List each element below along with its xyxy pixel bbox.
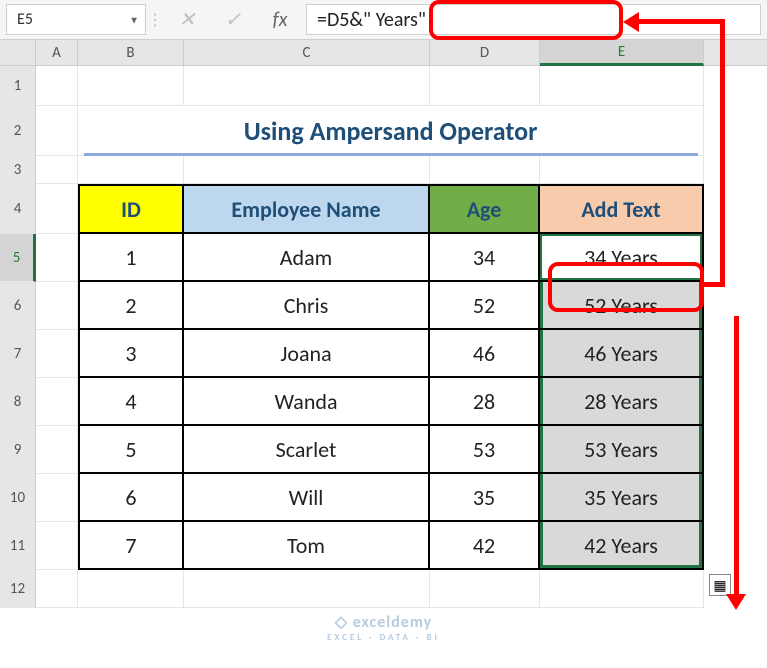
- insert-function-button[interactable]: fx: [256, 0, 304, 39]
- cell[interactable]: [540, 66, 704, 106]
- separator: ⋮: [148, 0, 162, 39]
- row-header[interactable]: 10: [0, 474, 36, 522]
- cancel-button[interactable]: ✕: [164, 0, 210, 39]
- cell-name[interactable]: Joana: [184, 330, 430, 378]
- header-id[interactable]: ID: [78, 184, 184, 234]
- header-name[interactable]: Employee Name: [184, 184, 430, 234]
- cell-add[interactable]: 53 Years: [540, 426, 704, 474]
- cell-add[interactable]: 46 Years: [540, 330, 704, 378]
- cell-age[interactable]: 28: [430, 378, 540, 426]
- cell[interactable]: [36, 156, 78, 184]
- select-all-cell[interactable]: [0, 40, 36, 65]
- cell-id[interactable]: 3: [78, 330, 184, 378]
- cell-name[interactable]: Wanda: [184, 378, 430, 426]
- cell[interactable]: [36, 522, 78, 570]
- cell-id[interactable]: 5: [78, 426, 184, 474]
- row-header[interactable]: 7: [0, 330, 36, 378]
- cell-name[interactable]: Will: [184, 474, 430, 522]
- cell-name[interactable]: Chris: [184, 282, 430, 330]
- row-header[interactable]: 4: [0, 184, 36, 234]
- enter-button[interactable]: ✓: [210, 0, 256, 39]
- cell-id[interactable]: 1: [78, 234, 184, 282]
- cell[interactable]: [78, 570, 184, 608]
- cell-id[interactable]: 6: [78, 474, 184, 522]
- title-cell[interactable]: Using Ampersand Operator: [78, 106, 704, 156]
- cell[interactable]: [36, 282, 78, 330]
- cell-age[interactable]: 34: [430, 234, 540, 282]
- row-header[interactable]: 3: [0, 156, 36, 184]
- cancel-icon: ✕: [179, 7, 196, 32]
- cell-add[interactable]: 35 Years: [540, 474, 704, 522]
- sheet-title: Using Ampersand Operator: [244, 115, 538, 147]
- header-add[interactable]: Add Text: [540, 184, 704, 234]
- cell-id[interactable]: 7: [78, 522, 184, 570]
- cell-age[interactable]: 46: [430, 330, 540, 378]
- cell-id[interactable]: 4: [78, 378, 184, 426]
- header-age[interactable]: Age: [430, 184, 540, 234]
- cell-name[interactable]: Adam: [184, 234, 430, 282]
- row-header[interactable]: 5: [0, 234, 36, 282]
- column-header-C[interactable]: C: [184, 40, 430, 65]
- cell-add[interactable]: 28 Years: [540, 378, 704, 426]
- cell-name[interactable]: Scarlet: [184, 426, 430, 474]
- active-cell-E5[interactable]: 34 Years: [540, 234, 704, 282]
- formula-input[interactable]: =D5&" Years": [306, 4, 761, 35]
- name-box-value: E5: [17, 10, 33, 29]
- cell[interactable]: [36, 426, 78, 474]
- cell-add[interactable]: 52 Years: [540, 282, 704, 330]
- cell-age[interactable]: 42: [430, 522, 540, 570]
- column-header-D[interactable]: D: [430, 40, 540, 65]
- cell[interactable]: [184, 156, 430, 184]
- cell[interactable]: [36, 474, 78, 522]
- row-header[interactable]: 6: [0, 282, 36, 330]
- formula-bar: E5 ▼ ⋮ ✕ ✓ fx =D5&" Years": [0, 0, 767, 40]
- cell-name[interactable]: Tom: [184, 522, 430, 570]
- cell-add[interactable]: 42 Years: [540, 522, 704, 570]
- cell[interactable]: [36, 378, 78, 426]
- row-header[interactable]: 9: [0, 426, 36, 474]
- grid: A B C D E 1 2 Using Ampersand Operator 3: [0, 40, 767, 668]
- cell[interactable]: [36, 184, 78, 234]
- cell[interactable]: [540, 156, 704, 184]
- column-header-B[interactable]: B: [78, 40, 184, 65]
- cell[interactable]: [36, 330, 78, 378]
- cell[interactable]: [36, 106, 78, 156]
- autofill-options-icon[interactable]: ▦: [709, 574, 731, 596]
- row-header[interactable]: 1: [0, 66, 36, 106]
- row-header[interactable]: 11: [0, 522, 36, 570]
- formula-text: =D5&" Years": [317, 8, 426, 32]
- cell-age[interactable]: 53: [430, 426, 540, 474]
- enter-icon: ✓: [225, 7, 242, 32]
- cell-id[interactable]: 2: [78, 282, 184, 330]
- row-header[interactable]: 12: [0, 570, 36, 608]
- cell[interactable]: [78, 66, 184, 106]
- cell[interactable]: [36, 570, 78, 608]
- cell[interactable]: [184, 570, 430, 608]
- column-header-A[interactable]: A: [36, 40, 78, 65]
- cell[interactable]: [36, 234, 78, 282]
- cell[interactable]: [36, 66, 78, 106]
- column-headers: A B C D E: [0, 40, 767, 66]
- cell[interactable]: [430, 570, 540, 608]
- cell[interactable]: [540, 570, 704, 608]
- cell-age[interactable]: 52: [430, 282, 540, 330]
- row-header[interactable]: 8: [0, 378, 36, 426]
- cell-age[interactable]: 35: [430, 474, 540, 522]
- cell[interactable]: [184, 66, 430, 106]
- fx-icon: fx: [273, 8, 288, 32]
- row-header[interactable]: 2: [0, 106, 36, 156]
- cell[interactable]: [430, 156, 540, 184]
- cell[interactable]: [78, 156, 184, 184]
- column-header-E[interactable]: E: [540, 40, 704, 66]
- cell[interactable]: [430, 66, 540, 106]
- rows: 1 2 Using Ampersand Operator 3: [0, 66, 767, 608]
- name-box-dropdown-icon[interactable]: ▼: [129, 13, 139, 26]
- watermark: ◇ exceldemy EXCEL · DATA · BI: [327, 615, 440, 642]
- name-box[interactable]: E5 ▼: [6, 4, 146, 35]
